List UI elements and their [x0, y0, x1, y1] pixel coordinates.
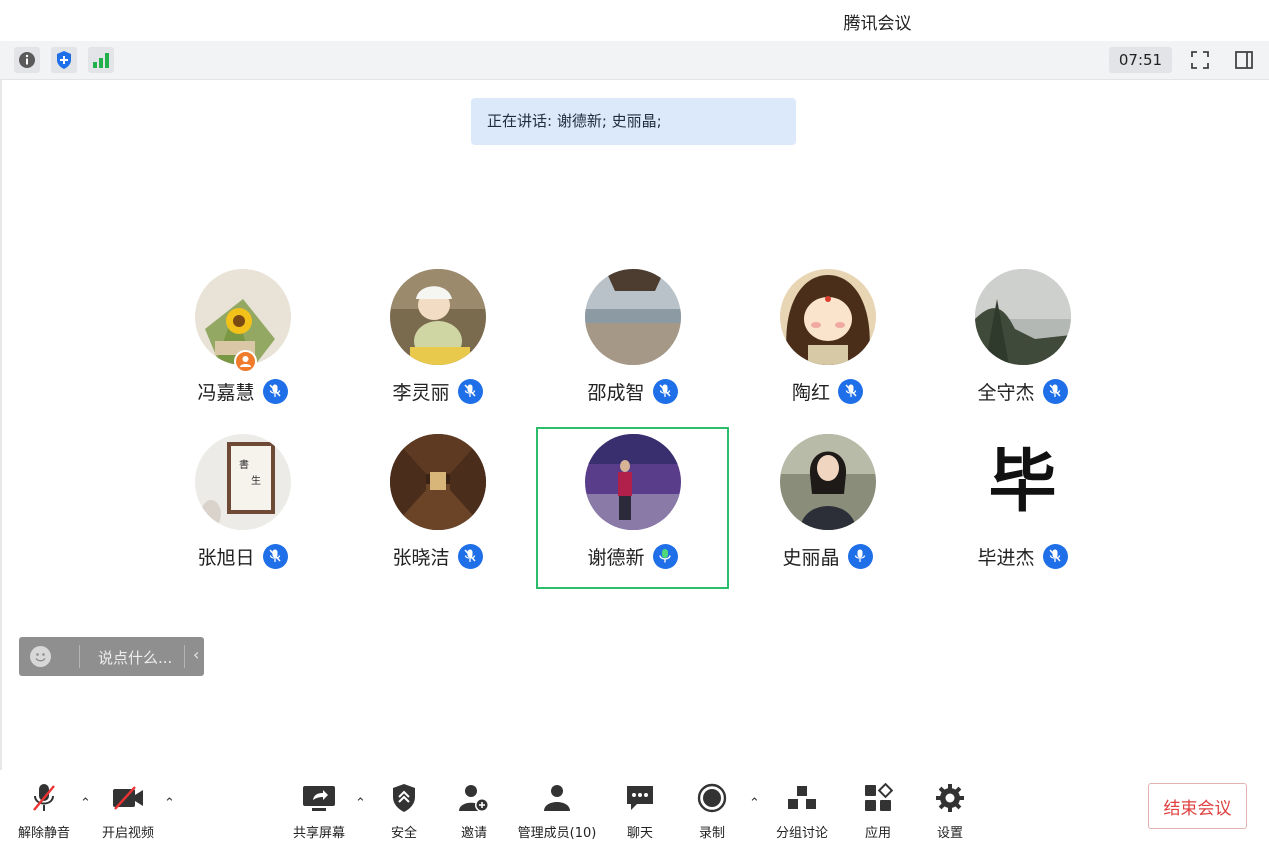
- record-icon: [697, 778, 727, 818]
- video-options-chevron-icon[interactable]: ⌃: [164, 796, 175, 811]
- participant-tile[interactable]: 张晓洁: [340, 434, 535, 599]
- shield-icon[interactable]: [51, 47, 77, 73]
- share-screen-icon: [302, 778, 336, 818]
- avatar: [389, 269, 486, 365]
- participant-name: 张旭日: [197, 546, 255, 569]
- avatar: 書 生: [194, 434, 291, 530]
- participant-tile[interactable]: 史丽晶: [730, 434, 925, 599]
- members-icon: [542, 778, 572, 818]
- chat-bubble-icon: [625, 778, 655, 818]
- members-label: 管理成员(10): [517, 826, 597, 841]
- breakout-label: 分组讨论: [775, 826, 828, 841]
- security-shield-icon: [391, 778, 417, 818]
- host-icon: [233, 350, 257, 373]
- collapse-arrow-icon[interactable]: ‹: [193, 645, 199, 664]
- svg-text:生: 生: [251, 474, 261, 487]
- breakout-icon: [787, 778, 817, 818]
- mic-muted-icon: [457, 378, 483, 404]
- participant-name: 张晓洁: [392, 546, 450, 569]
- meeting-timer: 07:51: [1109, 47, 1172, 73]
- mic-muted-icon: [457, 543, 483, 569]
- chat-placeholder: 说点什么...: [98, 649, 173, 667]
- apps-label: 应用: [864, 826, 891, 841]
- mic-muted-icon: [1042, 378, 1068, 404]
- sidebar-toggle-icon[interactable]: [1231, 47, 1257, 73]
- speaking-banner: 正在讲话: 谢德新; 史丽晶;: [471, 98, 796, 145]
- divider: [184, 645, 185, 668]
- settings-button[interactable]: 设置: [926, 770, 974, 842]
- mic-unmuted-icon: [847, 543, 873, 569]
- bottom-toolbar: 解除静音 ⌃ 开启视频 ⌃ 共享屏幕 ⌃ 安全 邀请 管理成员(10) 聊天 录…: [0, 770, 1269, 842]
- avatar: 毕: [974, 434, 1071, 530]
- avatar-calligraphy: 毕: [988, 442, 1057, 522]
- avatar: [974, 269, 1071, 365]
- invite-label: 邀请: [460, 826, 487, 841]
- record-options-chevron-icon[interactable]: ⌃: [749, 796, 760, 811]
- avatar: [389, 434, 486, 530]
- record-label: 录制: [698, 826, 725, 841]
- avatar: [779, 434, 876, 530]
- mic-options-chevron-icon[interactable]: ⌃: [80, 796, 91, 811]
- avatar: [584, 269, 681, 365]
- title-bar: 腾讯会议: [0, 0, 1269, 42]
- chat-label: 聊天: [626, 826, 653, 841]
- avatar: [584, 434, 681, 530]
- mic-muted-icon: [838, 378, 863, 404]
- info-icon[interactable]: [14, 47, 40, 73]
- participant-tile[interactable]: 邵成智: [535, 269, 730, 434]
- video-label: 开启视频: [101, 826, 154, 841]
- camera-off-icon: [111, 778, 145, 818]
- participant-tile[interactable]: 李灵丽: [340, 269, 535, 434]
- participant-tile[interactable]: 毕 毕进杰: [925, 434, 1120, 599]
- window-edge: [0, 80, 2, 780]
- settings-label: 设置: [936, 826, 963, 841]
- participant-name: 邵成智: [587, 381, 645, 404]
- invite-button[interactable]: 邀请: [450, 770, 498, 842]
- mic-muted-icon: [652, 378, 678, 404]
- mic-off-icon: [30, 778, 58, 818]
- invite-user-icon: [458, 778, 490, 818]
- participant-tile[interactable]: 冯嘉慧: [145, 269, 340, 434]
- participant-name: 冯嘉慧: [197, 381, 255, 404]
- security-label: 安全: [390, 826, 417, 841]
- mic-muted-icon: [1042, 543, 1068, 569]
- security-button[interactable]: 安全: [380, 770, 428, 842]
- participant-tile[interactable]: 谢德新: [535, 434, 730, 599]
- participant-name: 谢德新: [587, 546, 645, 569]
- participant-name: 史丽晶: [782, 546, 840, 569]
- breakout-rooms-button[interactable]: 分组讨论: [772, 770, 832, 842]
- participant-name: 李灵丽: [392, 381, 450, 404]
- participant-name: 全守杰: [977, 381, 1035, 404]
- emoji-icon[interactable]: [30, 646, 51, 667]
- record-button[interactable]: 录制: [688, 770, 736, 842]
- svg-text:書: 書: [239, 458, 249, 471]
- mic-muted-icon: [262, 543, 288, 569]
- chat-button[interactable]: 聊天: [616, 770, 664, 842]
- apps-button[interactable]: 应用: [854, 770, 902, 842]
- signal-strength-icon[interactable]: [88, 47, 114, 73]
- unmute-button[interactable]: 解除静音: [14, 770, 74, 842]
- share-screen-button[interactable]: 共享屏幕: [289, 770, 349, 842]
- end-meeting-button[interactable]: 结束会议: [1148, 783, 1247, 829]
- start-video-button[interactable]: 开启视频: [98, 770, 158, 842]
- window-title: 腾讯会议: [843, 14, 912, 34]
- divider: [79, 645, 80, 668]
- avatar: [779, 269, 876, 365]
- participant-tile[interactable]: 書 生 张旭日: [145, 434, 340, 599]
- participant-tile[interactable]: 陶红: [730, 269, 925, 434]
- participant-name: 陶红: [791, 381, 830, 404]
- chat-quick-input[interactable]: 说点什么... ‹: [19, 637, 204, 676]
- meeting-info-bar: 07:51: [0, 41, 1269, 80]
- mic-speaking-icon: [652, 543, 678, 569]
- participant-tile[interactable]: 全守杰: [925, 269, 1120, 434]
- unmute-label: 解除静音: [17, 826, 70, 841]
- fullscreen-icon[interactable]: [1187, 47, 1213, 73]
- share-options-chevron-icon[interactable]: ⌃: [355, 796, 366, 811]
- apps-icon: [863, 778, 893, 818]
- share-label: 共享屏幕: [292, 826, 345, 841]
- manage-members-button[interactable]: 管理成员(10): [513, 770, 601, 842]
- participant-name: 毕进杰: [977, 546, 1035, 569]
- gear-icon: [935, 778, 965, 818]
- mic-muted-icon: [262, 378, 288, 404]
